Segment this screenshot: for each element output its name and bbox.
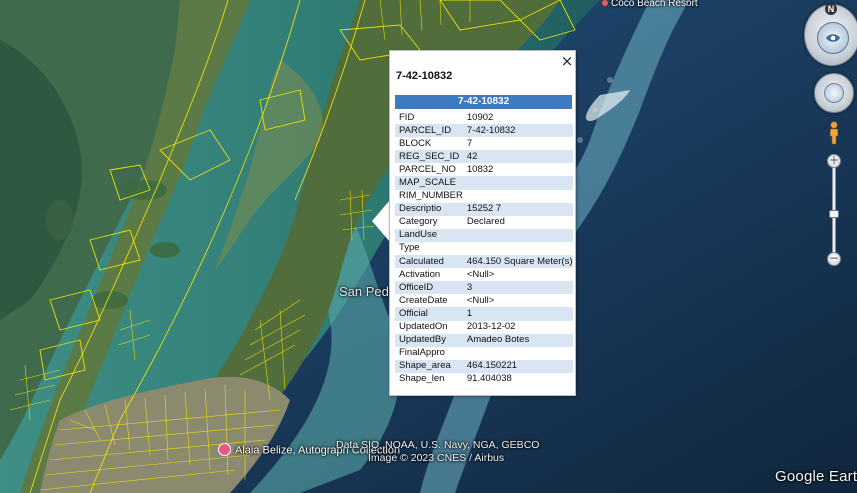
attribute-value: 2013-12-02	[466, 321, 516, 333]
attribute-key: BLOCK	[399, 137, 432, 149]
attribute-key: Shape_len	[399, 373, 445, 385]
attribute-key: Activation	[399, 268, 441, 280]
table-row: Activation <Null>	[395, 268, 573, 281]
attribute-value: 7	[466, 137, 473, 149]
attribute-key: Calculated	[395, 255, 463, 269]
zoom-slider[interactable]: + −	[827, 154, 841, 268]
attribute-value: Declared	[466, 216, 505, 228]
attribute-value	[462, 228, 573, 242]
table-row: Shape_len 91.404038	[395, 373, 573, 386]
table-row: OfficeID 3	[395, 281, 573, 295]
attribute-key: Shape_area	[395, 359, 463, 373]
attribute-value: 464.150221	[462, 359, 573, 373]
table-row: Type	[395, 242, 573, 255]
pegman-icon[interactable]	[828, 121, 840, 145]
attribute-table-header: 7-42-10832	[395, 95, 572, 109]
attribute-value	[463, 242, 573, 255]
attribute-value	[463, 347, 573, 360]
table-row: PARCEL_NO 10832	[395, 163, 573, 176]
table-row: RIM_NUMBER	[395, 190, 573, 203]
attribute-value	[462, 176, 573, 190]
place-pin-icon	[602, 0, 608, 7]
attribute-value: 3	[462, 281, 573, 295]
attribute-key: REG_SEC_ID	[395, 150, 463, 164]
table-row: CreateDate <Null>	[395, 294, 573, 307]
table-row: REG_SEC_ID 42	[395, 150, 573, 164]
table-row: PARCEL_ID 7-42-10832	[395, 124, 573, 138]
info-balloon: × 7-42-10832 7-42-10832 FID 10902 PARCEL_I…	[389, 50, 576, 396]
attribute-key: UpdatedBy	[395, 333, 463, 347]
north-indicator[interactable]: N	[825, 3, 837, 15]
attribute-value: 10902	[466, 111, 494, 123]
attribution-data: Data SIO, NOAA, U.S. Navy, NGA, GEBCO	[336, 439, 540, 451]
attribute-value: 10832	[466, 163, 494, 175]
zoom-out-button[interactable]: −	[827, 252, 841, 266]
attribute-key: CreateDate	[399, 294, 448, 306]
table-row: Descriptio 15252 7	[395, 202, 573, 216]
attribute-value: Amadeo Botes	[462, 333, 573, 347]
table-row: Calculated 464.150 Square Meter(s)	[395, 255, 573, 269]
close-icon[interactable]: ×	[560, 52, 574, 70]
attribute-value: 15252 7	[462, 202, 573, 216]
attribute-value: <Null>	[466, 294, 495, 306]
attribute-key: Descriptio	[395, 202, 463, 216]
table-row: Category Declared	[395, 216, 573, 229]
attribute-key: Type	[399, 242, 420, 254]
attribute-key: LandUse	[395, 228, 463, 242]
zoom-thumb[interactable]	[829, 209, 839, 218]
hotel-poi-icon	[218, 443, 231, 456]
attribute-value: 1	[462, 307, 573, 321]
place-label-coco-beach[interactable]: Coco Beach Resort	[602, 0, 698, 9]
attribute-value: 464.150 Square Meter(s)	[462, 255, 573, 269]
attribute-key: Category	[399, 216, 438, 228]
attribute-key: RIM_NUMBER	[399, 190, 463, 202]
attribute-key: MAP_SCALE	[395, 176, 463, 190]
hand-icon	[824, 83, 844, 103]
attribute-key: Official	[395, 307, 463, 321]
attribute-value	[463, 190, 573, 203]
attribute-key: PARCEL_NO	[399, 163, 456, 175]
table-row: Shape_area 464.150221	[395, 359, 573, 373]
zoom-in-button[interactable]: +	[827, 154, 841, 168]
balloon-pointer	[372, 200, 390, 242]
table-row: Official 1	[395, 307, 573, 321]
table-row: FinalAppro	[395, 347, 573, 360]
table-row: MAP_SCALE	[395, 176, 573, 190]
compass-eye-icon[interactable]	[817, 22, 849, 54]
attribute-value: 42	[462, 150, 573, 164]
attribute-key: FID	[399, 111, 415, 123]
table-row: LandUse	[395, 228, 573, 242]
attribute-key: PARCEL_ID	[395, 124, 463, 138]
attribute-value: 7-42-10832	[462, 124, 573, 138]
attribute-key: OfficeID	[395, 281, 463, 295]
attribute-value: 91.404038	[466, 373, 512, 385]
table-row: UpdatedBy Amadeo Botes	[395, 333, 573, 347]
attribute-key: UpdatedOn	[399, 321, 448, 333]
table-row: FID 10902	[395, 111, 573, 124]
table-row: UpdatedOn 2013-12-02	[395, 321, 573, 334]
balloon-title: 7-42-10832	[396, 70, 453, 82]
attribution-imagery: Image © 2023 CNES / Airbus	[368, 452, 505, 464]
attribute-key: FinalAppro	[399, 347, 445, 359]
attribute-table: FID 10902 PARCEL_ID 7-42-10832 BLOCK 7 REG_SEC…	[395, 111, 573, 386]
table-row: BLOCK 7	[395, 137, 573, 150]
google-earth-logo: Google Earth	[775, 468, 857, 485]
look-joystick-icon[interactable]	[814, 73, 854, 113]
attribute-value: <Null>	[466, 268, 495, 280]
